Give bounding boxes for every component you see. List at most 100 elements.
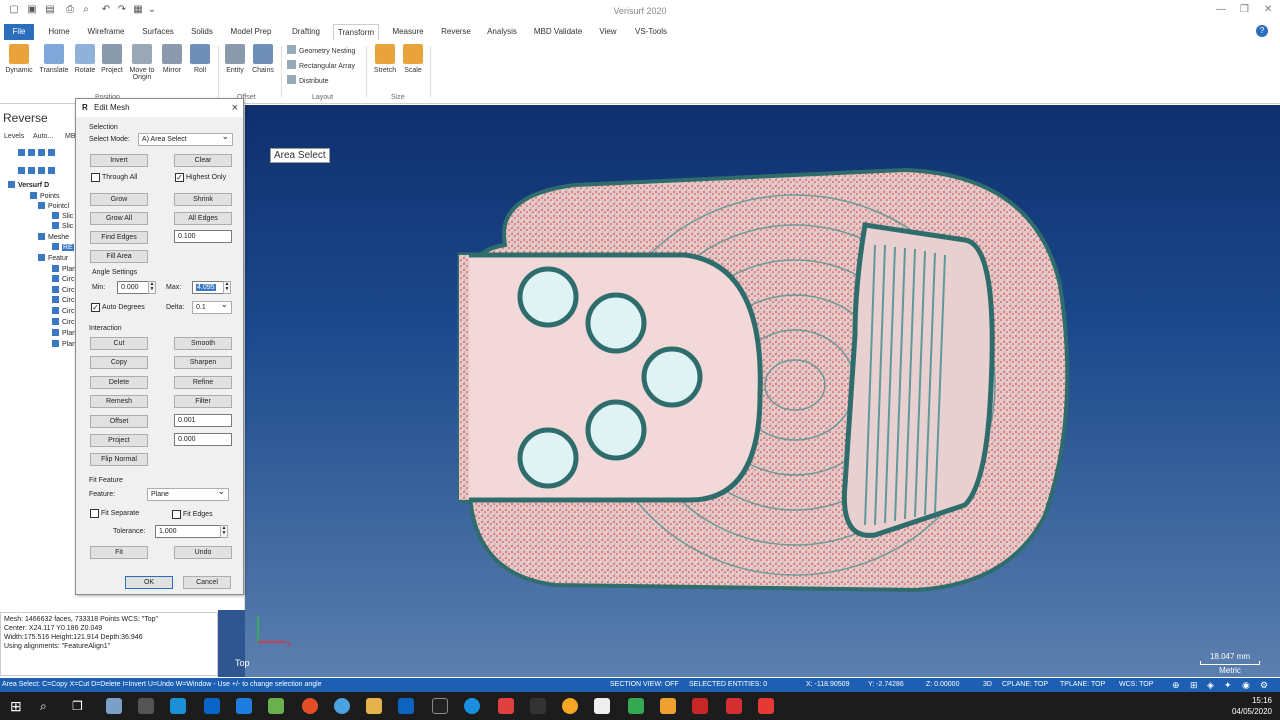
delta-dropdown[interactable]: 0.1 [192, 299, 232, 314]
app-icon[interactable] [268, 698, 284, 714]
tab-home[interactable]: Home [44, 24, 74, 40]
acrobat-icon[interactable] [692, 698, 708, 714]
find-edges-button[interactable]: Find Edges [90, 231, 148, 244]
find-edges-input[interactable]: 0.100 [174, 230, 232, 243]
dynamic-button[interactable]: Dynamic [4, 44, 34, 74]
verisurf-icon[interactable] [726, 698, 742, 714]
toolbar-icon[interactable] [48, 149, 55, 156]
close-icon[interactable]: × [232, 99, 238, 117]
app-icon[interactable] [170, 698, 186, 714]
tab-view[interactable]: View [594, 24, 622, 40]
minimize-icon[interactable]: — [1216, 4, 1226, 15]
geometry-nesting-button[interactable]: Geometry Nesting [287, 45, 355, 55]
tree-item[interactable]: RE [52, 243, 74, 251]
refine-button[interactable]: Refine [174, 376, 232, 389]
tree-item[interactable]: Circ [52, 286, 74, 294]
roll-button[interactable]: Roll [187, 44, 213, 74]
tree-item[interactable]: Meshe [38, 233, 69, 241]
delete-button[interactable]: Delete [90, 376, 148, 389]
fit-edges-checkbox[interactable] [172, 510, 181, 519]
app-icon[interactable] [530, 698, 546, 714]
project-input[interactable]: 0.000 [174, 433, 232, 446]
toolbar-icon[interactable] [28, 149, 35, 156]
max-angle-spinner[interactable]: ▲ ▼ [223, 281, 231, 294]
fill-area-button[interactable]: Fill Area [90, 250, 148, 263]
windows-start-icon[interactable]: ⊞ [10, 698, 26, 714]
tree-item[interactable]: Featur [38, 254, 68, 262]
project-button[interactable]: Project [90, 434, 148, 447]
cancel-button[interactable]: Cancel [183, 576, 231, 589]
panel-tab-mb[interactable]: MB [65, 133, 76, 140]
mesh-part[interactable] [445, 155, 1075, 595]
tab-analysis[interactable]: Analysis [482, 24, 522, 40]
feature-dropdown[interactable]: Plane [147, 486, 229, 501]
auto-degrees-checkbox[interactable]: ✓ [91, 303, 100, 312]
invert-button[interactable]: Invert [90, 154, 148, 167]
close-window-icon[interactable]: ✕ [1264, 4, 1272, 15]
teamviewer-icon[interactable] [464, 698, 480, 714]
tab-drafting[interactable]: Drafting [284, 24, 328, 40]
max-angle-input[interactable]: 4.095 [192, 281, 224, 294]
app-icon[interactable] [758, 698, 774, 714]
shrink-button[interactable]: Shrink [174, 193, 232, 206]
toolbar-icon[interactable] [48, 167, 55, 174]
offset-button[interactable]: Offset [90, 415, 148, 428]
mirror-button[interactable]: Mirror [159, 44, 185, 74]
cut-button[interactable]: Cut [90, 337, 148, 350]
tab-transform[interactable]: Transform [333, 24, 379, 40]
tab-solids[interactable]: Solids [186, 24, 218, 40]
camera-icon[interactable]: ◉ [1242, 678, 1250, 692]
panel-tab-auto[interactable]: Auto... [33, 133, 53, 140]
quick-access-dropdown-icon[interactable]: ⌄ [146, 4, 158, 16]
ok-button[interactable]: OK [125, 576, 173, 589]
tree-item[interactable]: Circ [52, 296, 74, 304]
settings-icon[interactable]: ⚙ [1260, 678, 1268, 692]
app-icon[interactable] [432, 698, 448, 714]
tab-mbd-validate[interactable]: MBD Validate [530, 24, 586, 40]
filter-button[interactable]: Filter [174, 395, 232, 408]
task-view-icon[interactable]: ❐ [72, 698, 88, 714]
chains-button[interactable]: Chains [250, 44, 276, 74]
app-icon[interactable] [106, 698, 122, 714]
fit-button[interactable]: Fit [90, 546, 148, 559]
view-mode-3d[interactable]: 3D [983, 678, 992, 692]
move-to-origin-button[interactable]: Move to Origin [126, 44, 158, 81]
rectangular-array-button[interactable]: Rectangular Array [287, 60, 355, 70]
section-view-status[interactable]: SECTION VIEW: OFF [610, 678, 679, 692]
entity-button[interactable]: Entity [222, 44, 248, 74]
outlook-icon[interactable] [398, 698, 414, 714]
all-edges-button[interactable]: All Edges [174, 212, 232, 225]
toolbar-icon[interactable] [28, 167, 35, 174]
remesh-button[interactable]: Remesh [90, 395, 148, 408]
toolbar-icon[interactable] [38, 149, 45, 156]
select-mode-dropdown[interactable]: A) Area Select [138, 131, 233, 146]
tab-surfaces[interactable]: Surfaces [138, 24, 178, 40]
toolbar-icon[interactable] [18, 167, 25, 174]
app-icon[interactable] [562, 698, 578, 714]
tree-item[interactable]: Circ [52, 318, 74, 326]
min-angle-spinner[interactable]: ▲ ▼ [148, 281, 156, 294]
clear-button[interactable]: Clear [174, 154, 232, 167]
new-file-icon[interactable]: ▢ [8, 4, 20, 16]
translate-button[interactable]: Translate [36, 44, 72, 74]
fit-separate-checkbox[interactable] [90, 509, 99, 518]
print-preview-icon[interactable]: ⌕ [80, 4, 92, 16]
system-clock[interactable]: 15:16 04/05/2020 [1232, 695, 1272, 717]
scale-button[interactable]: Scale [400, 44, 426, 74]
undo-icon[interactable]: ↶ [100, 4, 112, 16]
tolerance-spinner[interactable]: ▲ ▼ [220, 525, 228, 538]
app-icon[interactable] [138, 698, 154, 714]
app-icon[interactable] [628, 698, 644, 714]
help-icon[interactable]: ? [1256, 25, 1268, 37]
highest-only-checkbox[interactable]: ✓ [175, 173, 184, 182]
rotate-button[interactable]: Rotate [72, 44, 98, 74]
toolbar-icon[interactable] [18, 149, 25, 156]
distribute-button[interactable]: Distribute [287, 75, 329, 85]
edge-icon[interactable] [204, 698, 220, 714]
tplane-status[interactable]: TPLANE: TOP [1060, 678, 1105, 692]
offset-input[interactable]: 0.001 [174, 414, 232, 427]
tree-item[interactable]: Slic [52, 222, 73, 230]
calculator-icon[interactable]: ▦ [132, 4, 144, 16]
grow-all-button[interactable]: Grow All [90, 212, 148, 225]
tab-model-prep[interactable]: Model Prep [226, 24, 276, 40]
